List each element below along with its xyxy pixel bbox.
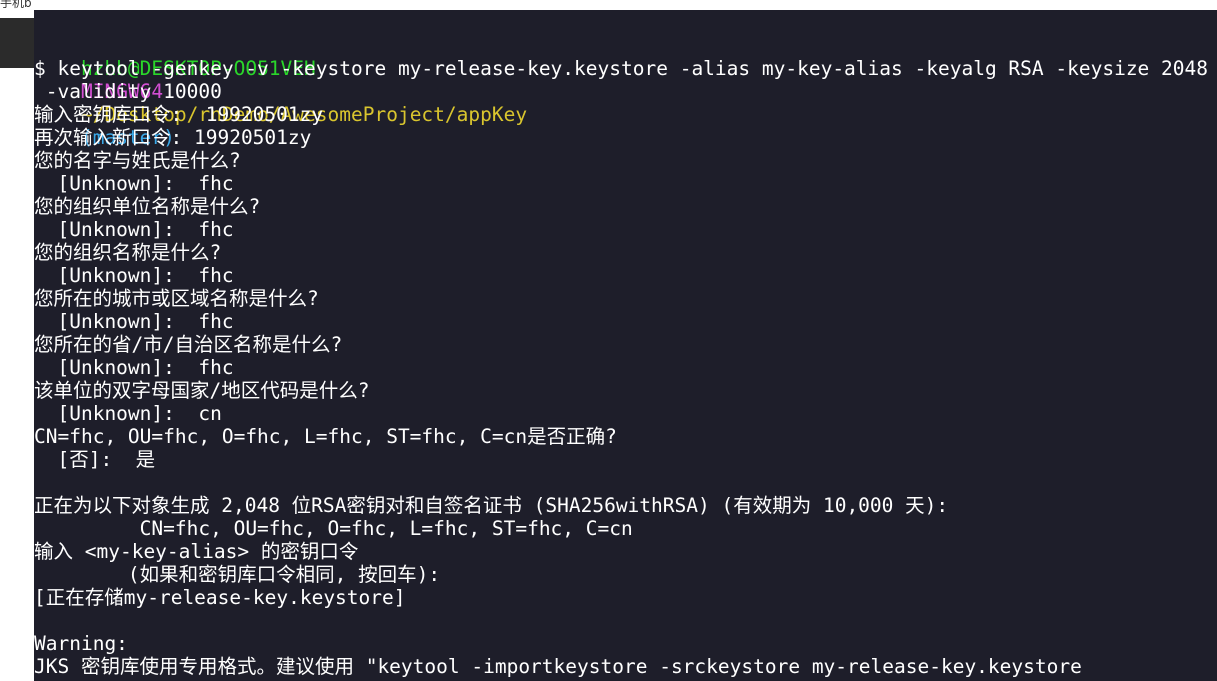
output-line-21: 输入 <my-key-alias> 的密钥口令 (34, 540, 359, 563)
left-window-edge (0, 0, 34, 681)
output-line-0: $ keytool -genkey -v -keystore my-releas… (34, 57, 1208, 80)
output-line-25: Warning: (34, 632, 128, 655)
output-line-6: 您的组织单位名称是什么? (34, 195, 261, 218)
output-line-14: 该单位的双字母国家/地区代码是什么? (34, 379, 370, 402)
output-line-9: [Unknown]: fhc (34, 264, 234, 287)
output-line-2: 输入密钥库口令: 19920501zy (34, 103, 324, 126)
output-line-22: (如果和密钥库口令相同, 按回车): (34, 563, 441, 586)
background-window-label: 手机b (0, 0, 32, 10)
output-line-7: [Unknown]: fhc (34, 218, 234, 241)
terminal-window[interactable]: hzhb@DESKTOP-OO51VEH MINGW64 ~/Desktop/r… (34, 10, 1217, 681)
output-line-11: [Unknown]: fhc (34, 310, 234, 333)
output-line-1: -validity 10000 (34, 80, 222, 103)
output-line-19: 正在为以下对象生成 2,048 位RSA密钥对和自签名证书 (SHA256wit… (34, 494, 949, 517)
terminal-top-edge (34, 0, 1217, 10)
output-line-12: 您所在的省/市/自治区名称是什么? (34, 333, 343, 356)
left-window-dark-strip (0, 18, 34, 68)
output-line-4: 您的名字与姓氏是什么? (34, 149, 241, 172)
output-line-8: 您的组织名称是什么? (34, 241, 222, 264)
output-line-3: 再次输入新口令: 19920501zy (34, 126, 312, 149)
prompt-line: hzhb@DESKTOP-OO51VEH MINGW64 ~/Desktop/r… (34, 34, 527, 149)
output-line-16: CN=fhc, OU=fhc, O=fhc, L=fhc, ST=fhc, C=… (34, 425, 617, 448)
output-line-13: [Unknown]: fhc (34, 356, 234, 379)
output-line-17: [否]: 是 (34, 448, 156, 471)
output-line-15: [Unknown]: cn (34, 402, 222, 425)
output-line-5: [Unknown]: fhc (34, 172, 234, 195)
output-line-23: [正在存储my-release-key.keystore] (34, 586, 406, 609)
output-line-20: CN=fhc, OU=fhc, O=fhc, L=fhc, ST=fhc, C=… (34, 517, 633, 540)
output-line-10: 您所在的城市或区域名称是什么? (34, 287, 319, 310)
output-line-26: JKS 密钥库使用专用格式。建议使用 "keytool -importkeyst… (34, 655, 1082, 678)
